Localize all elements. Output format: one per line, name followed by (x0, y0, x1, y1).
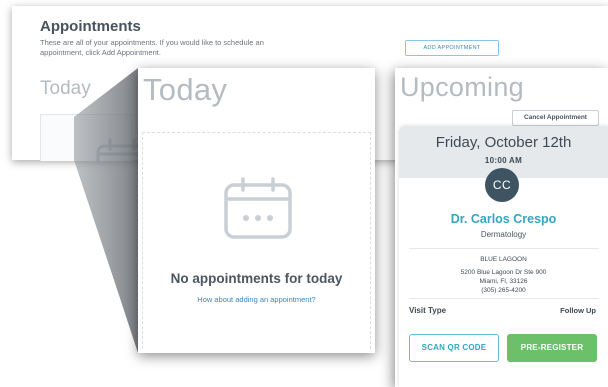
empty-message: No appointments for today (170, 271, 343, 286)
calendar-icon (224, 177, 292, 239)
today-heading: Today (143, 72, 228, 107)
doctor-specialty: Dermatology (480, 230, 527, 239)
add-appointment-link[interactable]: How about adding an appointment? (143, 295, 370, 304)
visit-type-label: Visit Type (409, 306, 447, 315)
address-line-2: Miami, Fl, 33126 (479, 278, 528, 285)
appointment-card: Friday, October 12th 10:00 AM CC Dr. Car… (399, 126, 608, 387)
address-line-1: 5200 Blue Lagoon Dr Ste 900 (460, 269, 547, 276)
appointment-date: Friday, October 12th (435, 134, 572, 151)
clinic-phone: (305) 265-4200 (481, 287, 526, 294)
cancel-appointment-button[interactable]: Cancel Appointment (512, 110, 599, 126)
upcoming-heading: Upcoming (400, 72, 524, 102)
scan-qr-code-button[interactable]: SCAN QR CODE (409, 334, 499, 362)
divider (409, 248, 599, 249)
doctor-name[interactable]: Dr. Carlos Crespo (399, 212, 608, 226)
divider (409, 298, 599, 299)
avatar: CC (485, 168, 519, 202)
appointment-time: 10:00 AM (484, 156, 523, 165)
today-zoom-panel: Today No appointments for today How abou… (138, 68, 375, 353)
clinic-name: BLUE LAGOON (480, 256, 527, 263)
pre-register-button[interactable]: PRE-REGISTER (507, 334, 597, 362)
visit-type-value: Follow Up (560, 306, 596, 315)
upcoming-zoom-panel: Upcoming Cancel Appointment Friday, Octo… (395, 68, 608, 387)
today-empty-state: No appointments for today How about addi… (142, 132, 371, 349)
